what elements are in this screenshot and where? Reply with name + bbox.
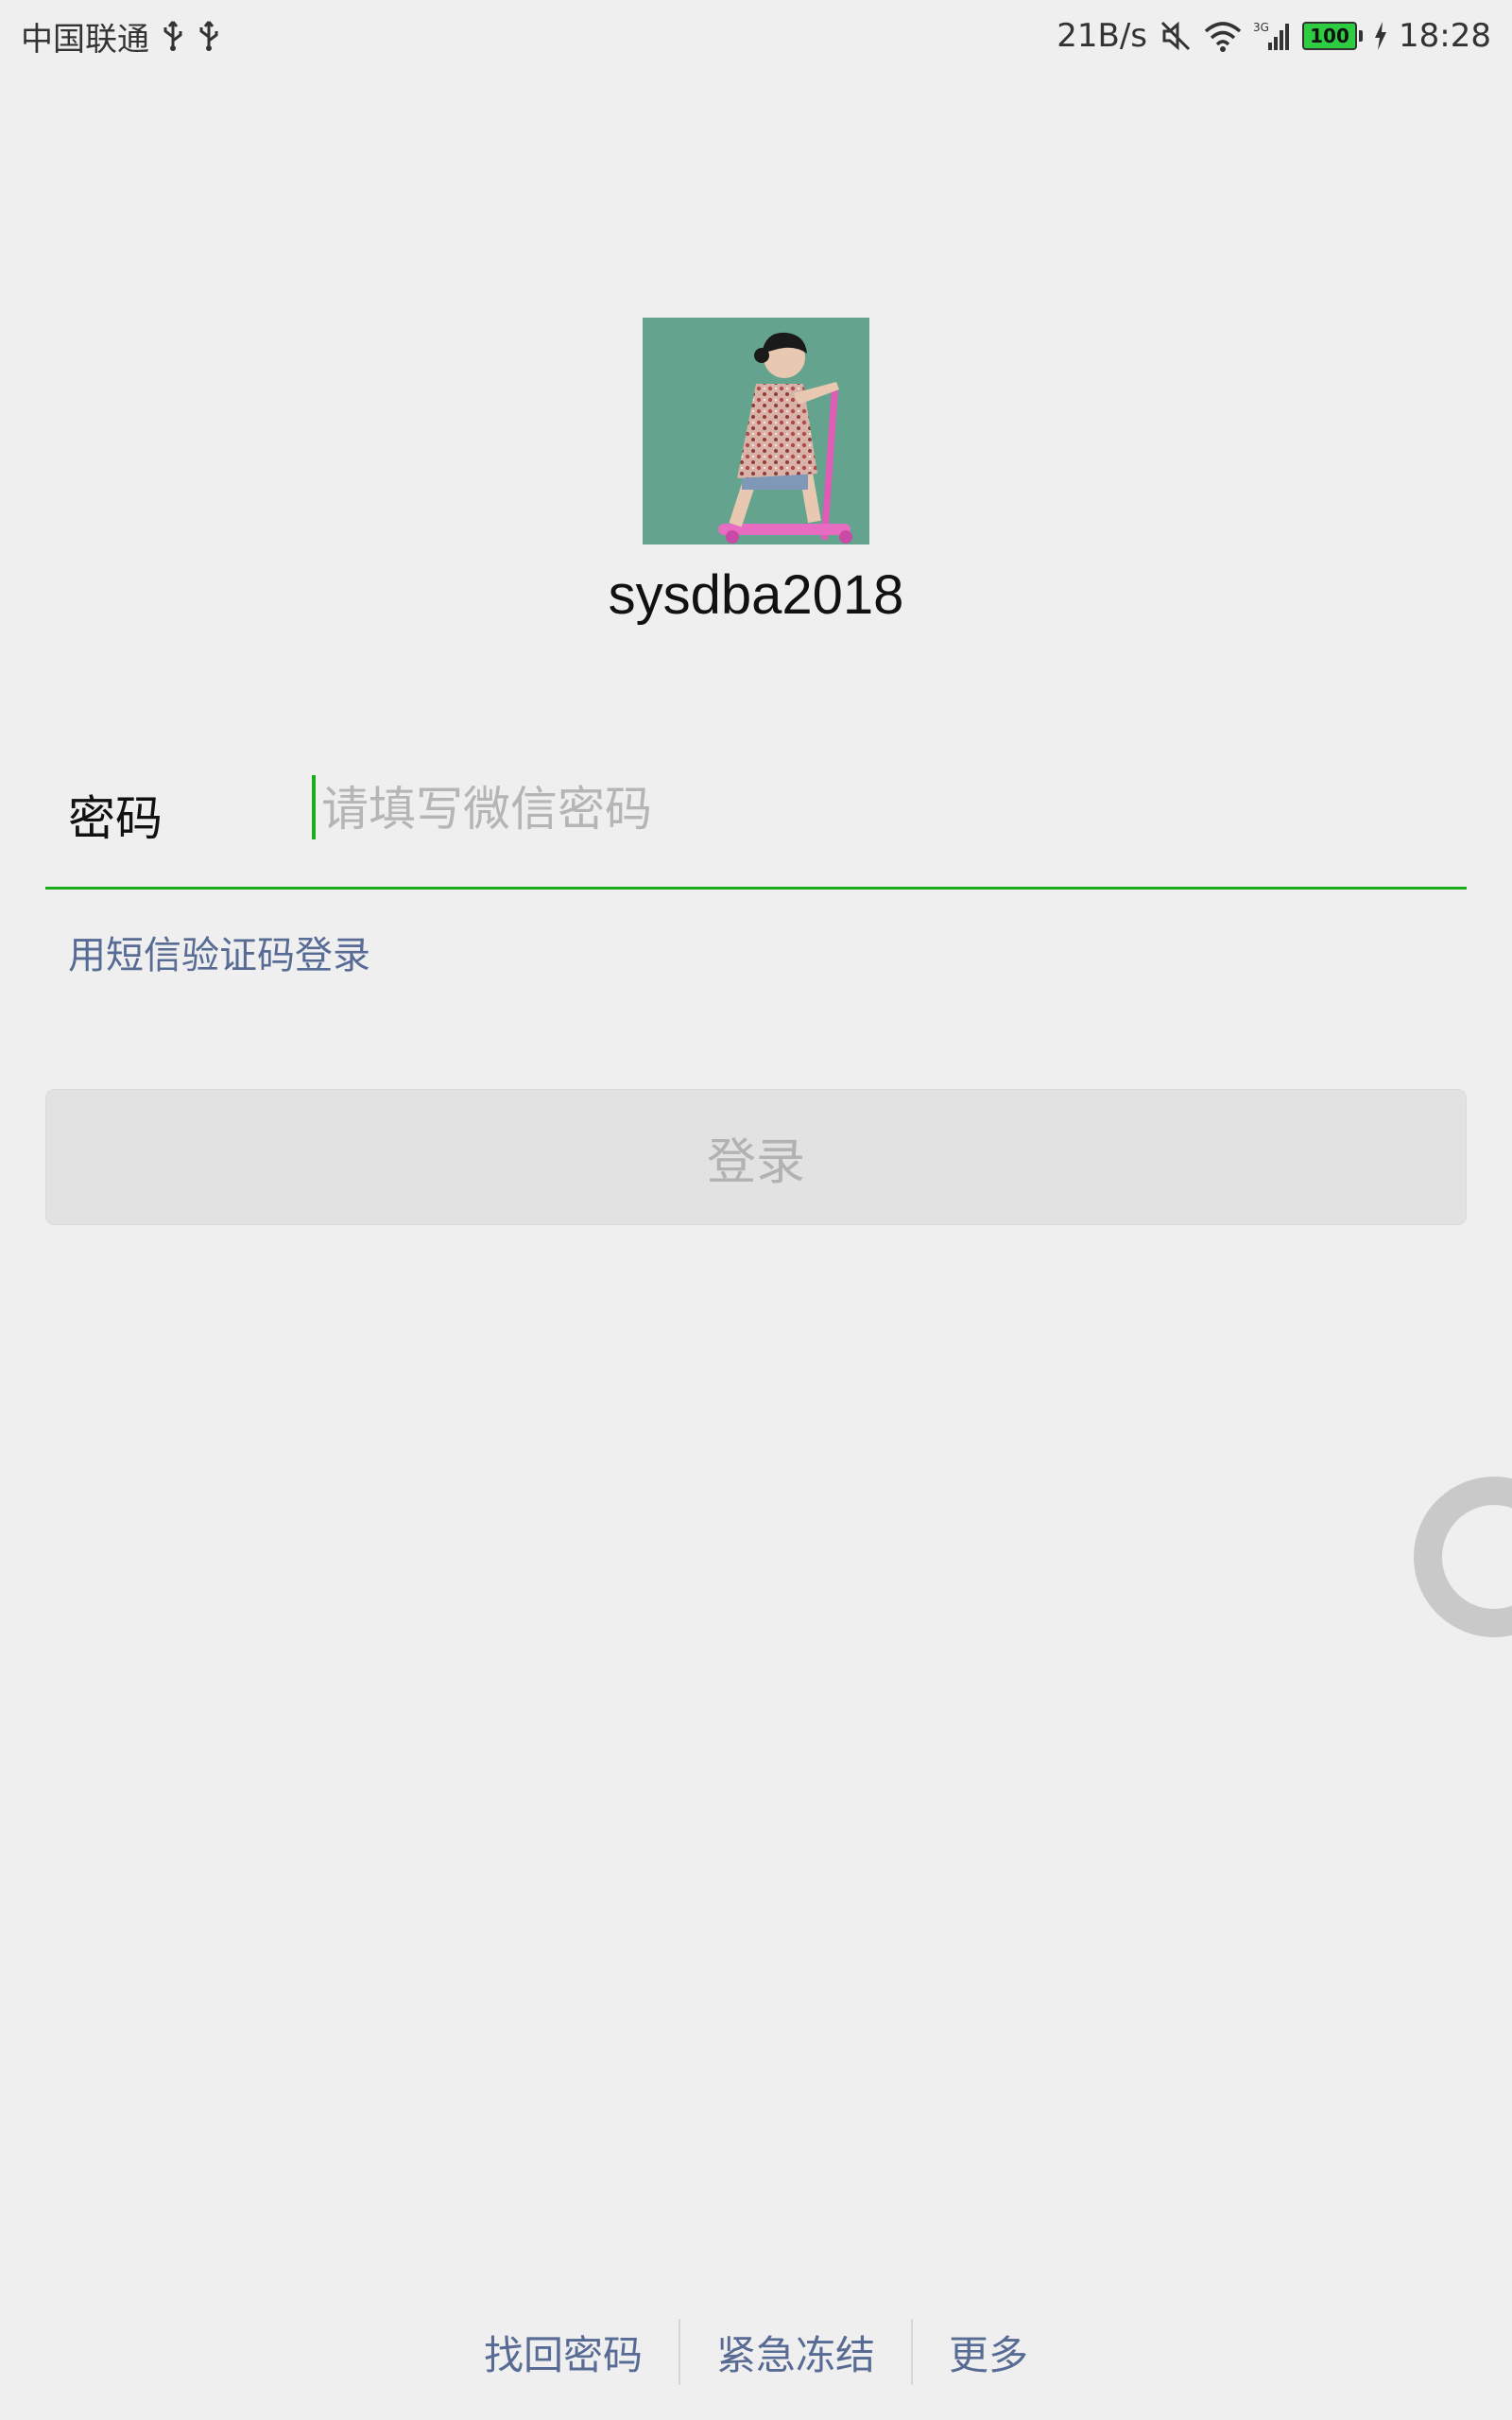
floating-ball-button[interactable] (1414, 1477, 1512, 1637)
status-bar-left: 中国联通 (21, 13, 221, 60)
charging-bolt-icon (1374, 22, 1387, 50)
login-button-label: 登录 (706, 1133, 805, 1191)
clock: 18:28 (1399, 17, 1491, 55)
wifi-icon (1204, 20, 1242, 52)
more-link[interactable]: 更多 (913, 2324, 1064, 2381)
battery-level: 100 (1302, 22, 1358, 50)
network-speed: 21B/s (1057, 17, 1148, 55)
network-type-label: 3G (1253, 21, 1269, 34)
status-bar: 中国联通 21B/s 3G 100 18:28 (0, 0, 1512, 72)
password-row: 密码 (45, 756, 1467, 890)
battery-icon: 100 (1302, 22, 1364, 50)
login-screen: 中国联通 21B/s 3G 100 18:28 sysdba2018 密码 用短… (0, 0, 1512, 2420)
cellular-signal-icon: 3G (1253, 20, 1291, 52)
text-cursor (312, 775, 316, 839)
find-password-link[interactable]: 找回密码 (448, 2324, 679, 2381)
usb-icon (197, 20, 221, 52)
login-button[interactable]: 登录 (45, 1089, 1467, 1225)
avatar (643, 318, 869, 544)
emergency-freeze-link[interactable]: 紧急冻结 (680, 2324, 911, 2381)
password-input-wrapper (312, 771, 1446, 847)
usb-icon (161, 20, 185, 52)
password-label: 密码 (68, 791, 163, 846)
mute-icon (1159, 19, 1193, 53)
sms-login-link[interactable]: 用短信验证码登录 (68, 925, 370, 979)
password-input[interactable] (321, 771, 1436, 847)
bottom-links: 找回密码 紧急冻结 更多 (0, 2314, 1512, 2390)
carrier-name: 中国联通 (21, 20, 149, 59)
username: sysdba2018 (608, 564, 904, 626)
status-bar-right: 21B/s 3G 100 18:28 (1057, 17, 1491, 55)
